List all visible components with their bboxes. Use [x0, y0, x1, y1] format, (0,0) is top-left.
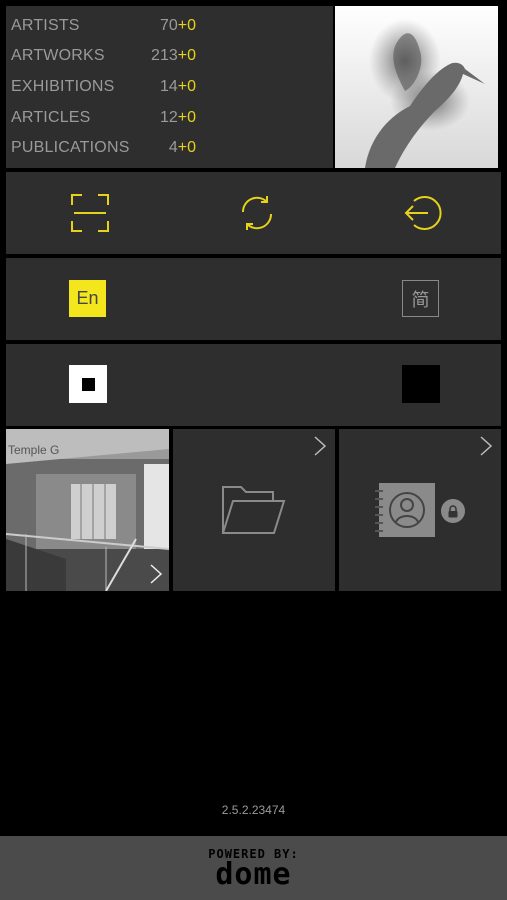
theme-row [6, 344, 501, 426]
language-english-button[interactable]: En [69, 280, 106, 317]
stat-label: ARTISTS [11, 17, 80, 34]
stat-artists[interactable]: ARTISTS 70 +0 [11, 14, 196, 38]
footer-powered-by[interactable]: POWERED BY: dome [0, 836, 507, 900]
contact-book-icon [375, 483, 435, 537]
language-chinese-button[interactable]: 简 [402, 280, 439, 317]
folder-icon [221, 486, 286, 534]
theme-dark-button[interactable] [402, 365, 440, 403]
scan-button[interactable] [69, 192, 111, 234]
stat-label: PUBLICATIONS [11, 139, 130, 156]
stat-count: 4 [168, 139, 178, 156]
stats-panel: ARTISTS 70 +0 ARTWORKS 213 +0 EXHIBITION… [6, 6, 333, 168]
stat-delta: +0 [177, 109, 196, 126]
chevron-right-icon [150, 564, 163, 584]
lock-badge [441, 499, 465, 523]
logout-icon [404, 196, 442, 230]
refresh-button[interactable] [235, 192, 279, 234]
stat-count: 12 [159, 109, 178, 126]
gallery-photo-tile[interactable]: Temple G [6, 429, 169, 591]
contacts-tile[interactable] [339, 429, 501, 591]
theme-light-button[interactable] [69, 365, 107, 403]
stat-delta: +0 [177, 17, 196, 34]
stat-exhibitions[interactable]: EXHIBITIONS 14 +0 [11, 75, 196, 99]
dome-logo: dome [215, 857, 292, 892]
stat-label: EXHIBITIONS [11, 78, 115, 95]
stat-count: 14 [159, 78, 178, 95]
stat-count: 70 [159, 17, 178, 34]
selected-dot [81, 377, 95, 391]
language-row: En 简 [6, 258, 501, 340]
hero-hummingbird-image [335, 6, 498, 168]
refresh-icon [241, 196, 273, 230]
stat-delta: +0 [177, 139, 196, 156]
stat-delta: +0 [177, 78, 196, 95]
stat-label: ARTICLES [11, 109, 91, 126]
action-row [6, 172, 501, 254]
scan-frame-icon [71, 194, 109, 232]
stat-publications[interactable]: PUBLICATIONS 4 +0 [11, 136, 196, 160]
lock-icon [448, 504, 458, 517]
stat-count: 213 [151, 47, 178, 64]
stat-artworks[interactable]: ARTWORKS 213 +0 [11, 44, 196, 68]
stat-label: ARTWORKS [11, 47, 105, 64]
chevron-right-icon [480, 436, 493, 456]
stat-delta: +0 [177, 47, 196, 64]
gallery-sign-text: Temple G [8, 443, 60, 457]
app-version: 2.5.2.23474 [221, 803, 286, 817]
chevron-right-icon [314, 436, 327, 456]
logout-button[interactable] [402, 192, 444, 234]
folder-tile[interactable] [173, 429, 335, 591]
stat-articles[interactable]: ARTICLES 12 +0 [11, 106, 196, 130]
